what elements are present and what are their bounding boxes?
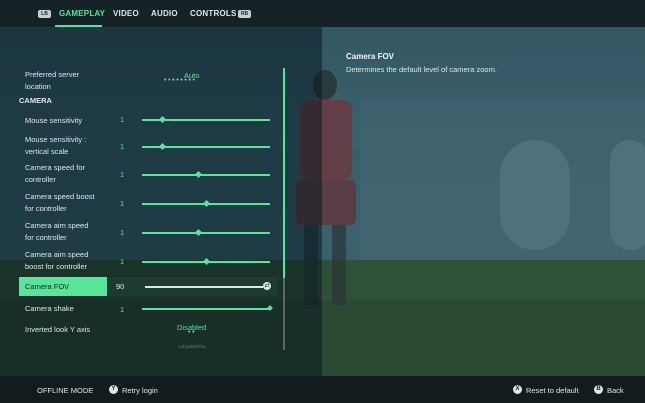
slider-label[interactable]: Camera speed boost for controller xyxy=(25,191,95,215)
slider-label[interactable]: Camera aim speed boost for controller xyxy=(25,249,88,273)
inverted-look-option-dots: •• xyxy=(188,329,196,336)
reset-to-default-button[interactable]: Reset to default xyxy=(526,386,579,395)
settings-scrollbar-thumb[interactable] xyxy=(283,68,285,278)
slider-value: 1 xyxy=(120,228,125,237)
retry-login-button[interactable]: Retry login xyxy=(122,386,158,395)
slider-value: 1 xyxy=(120,170,125,179)
option-dot: • xyxy=(192,329,197,336)
tab-controls[interactable]: CONTROLS xyxy=(190,9,237,18)
camera-section-title: CAMERA xyxy=(19,96,52,105)
camera-fov-slider-track[interactable] xyxy=(145,286,263,288)
left-bumper-icon[interactable]: LB xyxy=(38,10,51,18)
y-button-icon: Y xyxy=(109,385,118,394)
slider-track[interactable] xyxy=(142,232,270,234)
slider-label[interactable]: Camera speed for controller xyxy=(25,162,85,186)
server-location-option-dots: •••••••• xyxy=(164,77,197,84)
tab-gameplay[interactable]: GAMEPLAY xyxy=(59,9,105,18)
server-location-label[interactable]: Preferred server location xyxy=(25,69,79,93)
tab-video[interactable]: VIDEO xyxy=(113,9,139,18)
camera-shake-label[interactable]: Camera shake xyxy=(25,303,74,315)
b-button-icon: B xyxy=(594,385,603,394)
tab-audio[interactable]: AUDIO xyxy=(151,9,178,18)
camera-shake-value: 1 xyxy=(120,305,125,314)
description-title: Camera FOV xyxy=(346,52,395,61)
camera-fov-label: Camera FOV xyxy=(25,282,70,291)
camera-fov-value: 90 xyxy=(116,282,125,291)
slider-value: 1 xyxy=(120,142,125,151)
inverted-look-label[interactable]: Inverted look Y axis xyxy=(25,324,90,336)
next-setting-partial-value: Disabled xyxy=(178,345,206,350)
back-button[interactable]: Back xyxy=(607,386,624,395)
slider-label[interactable]: Mouse sensitivity : vertical scale xyxy=(25,134,86,158)
description-panel xyxy=(322,27,645,376)
slider-label[interactable]: Mouse sensitivity xyxy=(25,115,82,127)
description-text: Determines the default level of camera z… xyxy=(346,65,497,74)
offline-mode-status: OFFLINE MODE xyxy=(37,386,94,395)
slider-track[interactable] xyxy=(142,174,270,176)
x-button-icon: X xyxy=(513,385,522,394)
camera-shake-slider-track[interactable] xyxy=(142,308,270,310)
option-dot: • xyxy=(192,77,197,84)
slider-value: 1 xyxy=(120,199,125,208)
camera-fov-slider-knob-icon[interactable]: ⇄ xyxy=(263,282,271,290)
right-bumper-icon[interactable]: RB xyxy=(238,10,251,18)
slider-label[interactable]: Camera aim speed for controller xyxy=(25,220,88,244)
slider-value: 1 xyxy=(120,257,125,266)
slider-value: 1 xyxy=(120,115,125,124)
